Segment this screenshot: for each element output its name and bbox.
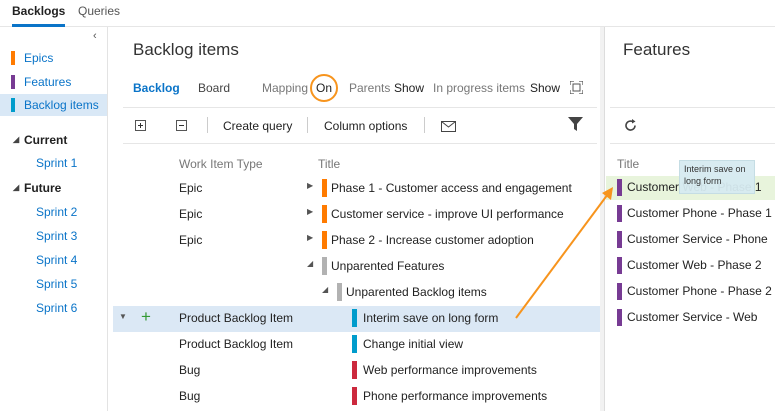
drag-arrow-annotation [515,187,613,319]
